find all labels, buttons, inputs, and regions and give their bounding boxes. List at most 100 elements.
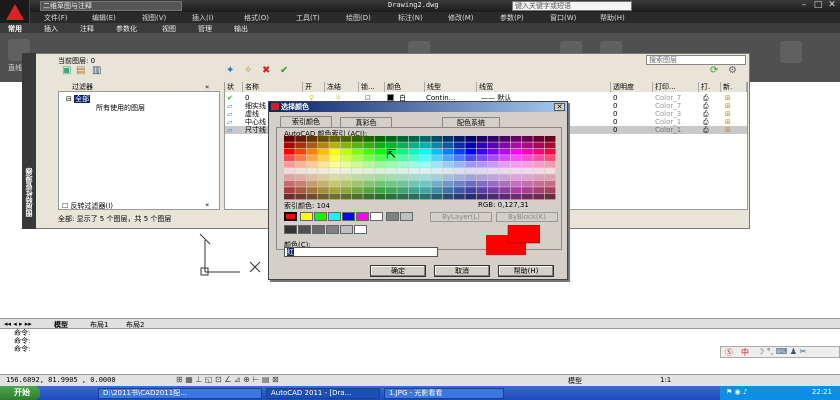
aci-swatch[interactable] bbox=[488, 148, 499, 155]
gray-shade-3[interactable] bbox=[312, 225, 325, 234]
collapse-filter-icon[interactable]: « bbox=[205, 83, 209, 91]
aci-swatch[interactable] bbox=[352, 168, 363, 174]
help-button[interactable]: 帮助(H) bbox=[498, 265, 554, 277]
new-vp-freeze-icon[interactable]: ⊞ bbox=[725, 118, 731, 126]
menu-tools[interactable]: 工具(T) bbox=[296, 13, 320, 23]
aci-swatch[interactable] bbox=[352, 155, 363, 161]
aci-swatch[interactable] bbox=[533, 155, 545, 161]
aci-swatch[interactable] bbox=[488, 155, 499, 161]
tab-index-color[interactable]: 索引颜色 bbox=[280, 116, 332, 127]
aci-swatch[interactable] bbox=[499, 136, 511, 142]
aci-swatch[interactable] bbox=[352, 193, 363, 200]
layer-search-input[interactable]: 搜索图层 bbox=[646, 55, 746, 65]
aci-swatch[interactable] bbox=[386, 136, 397, 142]
aci-swatch[interactable] bbox=[306, 168, 318, 174]
aci-swatch[interactable] bbox=[352, 136, 363, 142]
aci-swatch[interactable] bbox=[363, 168, 375, 174]
aci-swatch[interactable] bbox=[499, 168, 511, 174]
aci-swatch[interactable] bbox=[408, 174, 420, 181]
aci-swatch[interactable] bbox=[295, 187, 307, 193]
cancel-button[interactable]: 取消 bbox=[434, 265, 490, 277]
aci-swatch[interactable] bbox=[431, 148, 443, 155]
std-color-gray[interactable] bbox=[386, 212, 399, 221]
aci-swatch[interactable] bbox=[465, 155, 477, 161]
plot-printer-icon[interactable]: ⎙ bbox=[703, 126, 709, 134]
aci-swatch[interactable] bbox=[295, 148, 307, 155]
utility-tool-icon[interactable] bbox=[780, 41, 802, 63]
aci-swatch[interactable] bbox=[408, 187, 420, 193]
refresh-icon[interactable]: ⟳ bbox=[710, 66, 718, 76]
aci-swatch[interactable] bbox=[352, 174, 363, 181]
aci-swatch[interactable] bbox=[363, 174, 375, 181]
aci-swatch[interactable] bbox=[397, 168, 409, 174]
aci-swatch[interactable] bbox=[522, 168, 533, 174]
layer-color-swatch[interactable] bbox=[387, 94, 394, 101]
aci-swatch[interactable] bbox=[454, 155, 465, 161]
aci-swatch[interactable] bbox=[397, 161, 409, 168]
aci-swatch[interactable] bbox=[454, 193, 465, 200]
new-vp-freeze-icon[interactable]: ⊞ bbox=[725, 94, 731, 102]
aci-swatch[interactable] bbox=[374, 174, 386, 181]
aci-swatch[interactable] bbox=[340, 168, 352, 174]
aci-swatch[interactable] bbox=[442, 148, 454, 155]
aci-swatch[interactable] bbox=[544, 136, 556, 142]
std-color-blue[interactable] bbox=[342, 212, 355, 221]
aci-swatch[interactable] bbox=[352, 180, 363, 187]
aci-swatch[interactable] bbox=[352, 148, 363, 155]
aci-swatch[interactable] bbox=[408, 180, 420, 187]
aci-swatch[interactable] bbox=[374, 136, 386, 142]
col-name[interactable]: 名称 bbox=[243, 82, 303, 92]
aci-swatch[interactable] bbox=[454, 168, 465, 174]
aci-swatch[interactable] bbox=[533, 174, 545, 181]
aci-swatch[interactable] bbox=[454, 136, 465, 142]
aci-swatch[interactable] bbox=[374, 180, 386, 187]
aci-swatch[interactable] bbox=[465, 193, 477, 200]
aci-swatch[interactable] bbox=[284, 161, 295, 168]
aci-swatch[interactable] bbox=[465, 168, 477, 174]
aci-swatch[interactable] bbox=[329, 193, 341, 200]
aci-swatch[interactable] bbox=[522, 148, 533, 155]
aci-swatch[interactable] bbox=[306, 148, 318, 155]
tab-nav-icon[interactable]: ◂◂ ◂ ▸ ▸▸ bbox=[4, 320, 32, 328]
menu-parametric[interactable]: 参数(P) bbox=[500, 13, 524, 23]
aci-swatch[interactable] bbox=[318, 142, 329, 149]
aci-swatch[interactable] bbox=[533, 148, 545, 155]
aci-swatch[interactable] bbox=[454, 142, 465, 149]
col-lineweight[interactable]: 线宽 bbox=[477, 82, 611, 92]
aci-swatch[interactable] bbox=[363, 193, 375, 200]
aci-swatch[interactable] bbox=[544, 168, 556, 174]
aci-swatch[interactable] bbox=[544, 193, 556, 200]
aci-swatch[interactable] bbox=[465, 161, 477, 168]
aci-swatch[interactable] bbox=[318, 187, 329, 193]
filter-tree-all[interactable]: ⊟ 全部 bbox=[66, 94, 91, 104]
aci-swatch[interactable] bbox=[476, 142, 488, 149]
aci-swatch[interactable] bbox=[510, 161, 522, 168]
plot-printer-icon[interactable]: ⎙ bbox=[703, 110, 709, 118]
aci-swatch[interactable] bbox=[374, 193, 386, 200]
aci-swatch[interactable] bbox=[340, 148, 352, 155]
aci-swatch[interactable] bbox=[306, 180, 318, 187]
aci-swatch[interactable] bbox=[408, 142, 420, 149]
invert-filter-checkbox[interactable]: ☐ 反转过滤器(I) bbox=[62, 201, 113, 211]
aci-swatch[interactable] bbox=[363, 161, 375, 168]
workspace-dropdown[interactable]: 二维草图与注释 bbox=[40, 1, 182, 11]
std-color-silver[interactable] bbox=[400, 212, 413, 221]
aci-swatch[interactable] bbox=[374, 187, 386, 193]
tray-icons[interactable]: ⚑ ◉ ♪ bbox=[726, 388, 747, 396]
aci-swatch[interactable] bbox=[397, 174, 409, 181]
aci-swatch[interactable] bbox=[522, 155, 533, 161]
aci-swatch[interactable] bbox=[397, 148, 409, 155]
aci-swatch[interactable] bbox=[295, 174, 307, 181]
bylayer-button[interactable]: ByLayer(L) bbox=[430, 212, 492, 222]
aci-swatch[interactable] bbox=[420, 193, 431, 200]
aci-swatch[interactable] bbox=[397, 142, 409, 149]
plot-printer-icon[interactable]: ⎙ bbox=[703, 102, 709, 110]
aci-swatch[interactable] bbox=[295, 161, 307, 168]
aci-swatch[interactable] bbox=[386, 187, 397, 193]
aci-swatch[interactable] bbox=[306, 142, 318, 149]
new-layer-vp-frozen-icon[interactable]: ✧ bbox=[244, 66, 252, 76]
set-current-icon[interactable]: ✔ bbox=[280, 66, 288, 76]
close-icon[interactable]: ✕ bbox=[824, 0, 840, 11]
col-on[interactable]: 开 bbox=[303, 82, 325, 92]
command-window[interactable]: 命令: 命令: 命令: bbox=[0, 328, 840, 374]
